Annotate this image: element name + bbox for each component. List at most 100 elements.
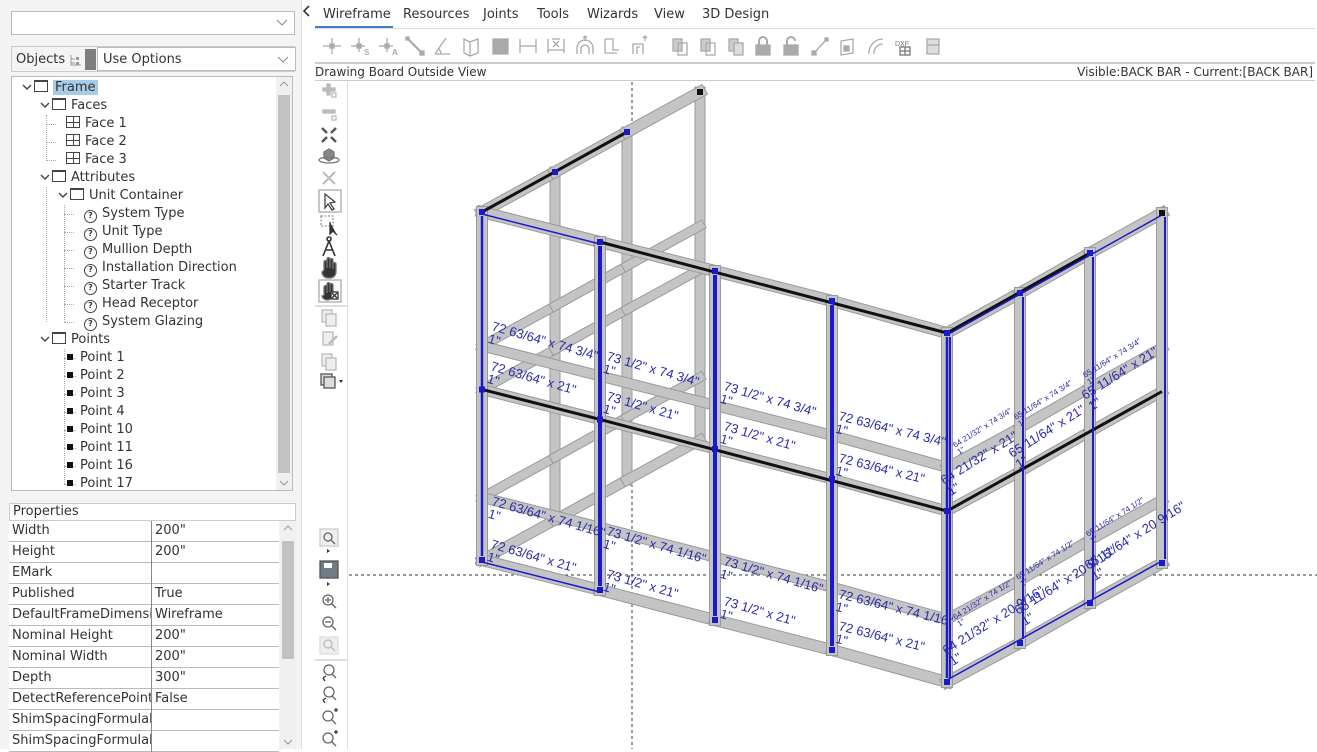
tree-item[interactable]: Point 10 [58,421,133,439]
copy-up-2-icon[interactable] [700,38,716,56]
frame-node[interactable] [712,617,718,623]
tree-item[interactable]: Face 3 [58,151,127,169]
tree-item[interactable]: Point 4 [58,403,125,421]
line-icon[interactable] [405,36,425,56]
tab-tools[interactable]: Tools [537,7,569,22]
rotate-3d-icon[interactable] [318,148,340,164]
right-head-face[interactable] [1083,206,1169,260]
tree-item[interactable]: Attributes [40,169,135,187]
property-value[interactable]: 200" [154,521,186,541]
tree-item[interactable]: Point 3 [58,385,125,403]
property-value[interactable]: Wireframe [154,605,223,625]
back-bar[interactable] [599,240,948,335]
hand-x-icon[interactable] [321,281,339,301]
depth-transom-face[interactable] [549,260,633,312]
pan-hand-icon[interactable] [321,256,337,279]
zoom-window-icon[interactable] [319,528,339,553]
frame-node[interactable] [944,507,950,514]
frame-node[interactable] [597,416,603,423]
property-row[interactable]: Height 200" [9,542,279,563]
top-combo-select[interactable] [11,11,295,35]
back-bar[interactable] [481,388,601,421]
frame-node[interactable] [1087,250,1093,256]
panel-splitter[interactable] [85,49,96,70]
frame-node[interactable] [597,239,603,245]
dxf-import-icon[interactable]: DXF [895,41,911,56]
zoom-remove-icon[interactable] [322,109,337,121]
property-row[interactable]: DetectReferencePointCoFalse [9,689,279,710]
frame-node[interactable] [712,445,718,452]
angle-icon[interactable] [434,37,450,55]
frame-node[interactable] [829,647,835,653]
zoom-out-icon[interactable] [322,616,337,631]
mullion-edge[interactable] [481,561,601,593]
tree-scroll-thumb[interactable] [278,95,290,473]
layers-icon[interactable] [320,373,343,389]
lock-face-icon[interactable] [840,38,854,56]
tree-item[interactable]: ? Starter Track [76,277,185,295]
depth-transom-face[interactable] [476,451,561,503]
copy-side-icon[interactable] [728,38,744,56]
front-sill-face[interactable] [825,643,954,689]
tree-item[interactable]: Point 11 [58,439,133,457]
chevron-down-icon[interactable] [40,332,52,350]
mullion-edge[interactable] [481,213,601,245]
depth-transom-face[interactable] [621,264,706,315]
frame-node[interactable] [624,129,630,135]
dimension-x-icon[interactable] [547,38,565,53]
tree-scrollbar[interactable] [276,77,292,490]
scroll-down-icon[interactable] [284,739,292,745]
copy-doc-icon[interactable] [321,309,337,327]
connect-icon[interactable] [811,37,829,56]
frame-node[interactable] [1159,560,1165,566]
drawing-canvas[interactable]: 72 63/64" x 74 3/4" 1" 72 63/64" x 21" 1" 73… [349,82,1317,749]
tree-item[interactable]: Points [40,331,110,349]
frame-node[interactable] [479,386,485,393]
tab-wireframe[interactable]: Wireframe [323,7,391,22]
face-icon[interactable] [463,37,479,57]
zoom-disabled-icon[interactable] [319,636,339,655]
dimension-icon[interactable] [519,39,537,53]
properties-scroll-thumb[interactable] [282,541,294,659]
edit-doc-icon[interactable] [322,331,338,346]
add-point-a-icon[interactable]: A [379,38,398,57]
tree-item[interactable]: ? Head Receptor [76,295,198,313]
tree-item[interactable]: Unit Container [58,187,183,205]
tree-item[interactable]: Point 1 [58,349,125,367]
add-point-icon[interactable] [323,38,341,54]
tab-resources[interactable]: Resources [403,7,469,22]
tree-item[interactable]: ? System Glazing [76,313,203,331]
frame-node[interactable] [479,209,485,215]
chevron-down-icon[interactable] [22,80,34,98]
add-point-s-icon[interactable]: S [351,38,370,57]
properties-scrollbar[interactable] [280,521,296,749]
property-value[interactable]: 200" [154,647,186,667]
tree-item[interactable]: ? System Type [76,205,184,223]
curve-icon[interactable] [868,38,884,55]
scroll-up-icon[interactable] [280,81,288,87]
copy-up-icon[interactable] [672,38,688,56]
property-value[interactable]: True [154,584,183,604]
property-value[interactable]: False [154,689,188,709]
tree-item[interactable]: Face 1 [58,115,127,133]
chevron-down-icon[interactable] [40,170,52,188]
tree-item[interactable]: Frame [22,79,98,97]
property-row[interactable]: ShimSpacingFormulaBot [9,710,279,731]
mullion-edge[interactable] [946,214,1163,336]
zoom-add-icon[interactable] [322,83,337,98]
delete-icon[interactable] [322,171,336,185]
property-value[interactable]: 200" [154,626,186,646]
collapse-panel-icon[interactable] [302,4,312,18]
property-value[interactable]: 200" [154,542,186,562]
property-row[interactable]: Depth 300" [9,668,279,689]
zoom-in-icon[interactable] [322,594,337,609]
tree-item[interactable]: ? Mullion Depth [76,241,192,259]
tree-layout-icon[interactable] [69,53,83,67]
front-sill-face[interactable] [708,613,839,657]
save-icon[interactable] [319,560,339,586]
unlock-icon[interactable] [783,36,799,56]
frame-node[interactable] [697,89,703,95]
property-row[interactable]: Nominal Width 200" [9,647,279,668]
zoom-plus-icon[interactable] [322,708,338,725]
frame-node[interactable] [479,557,485,563]
